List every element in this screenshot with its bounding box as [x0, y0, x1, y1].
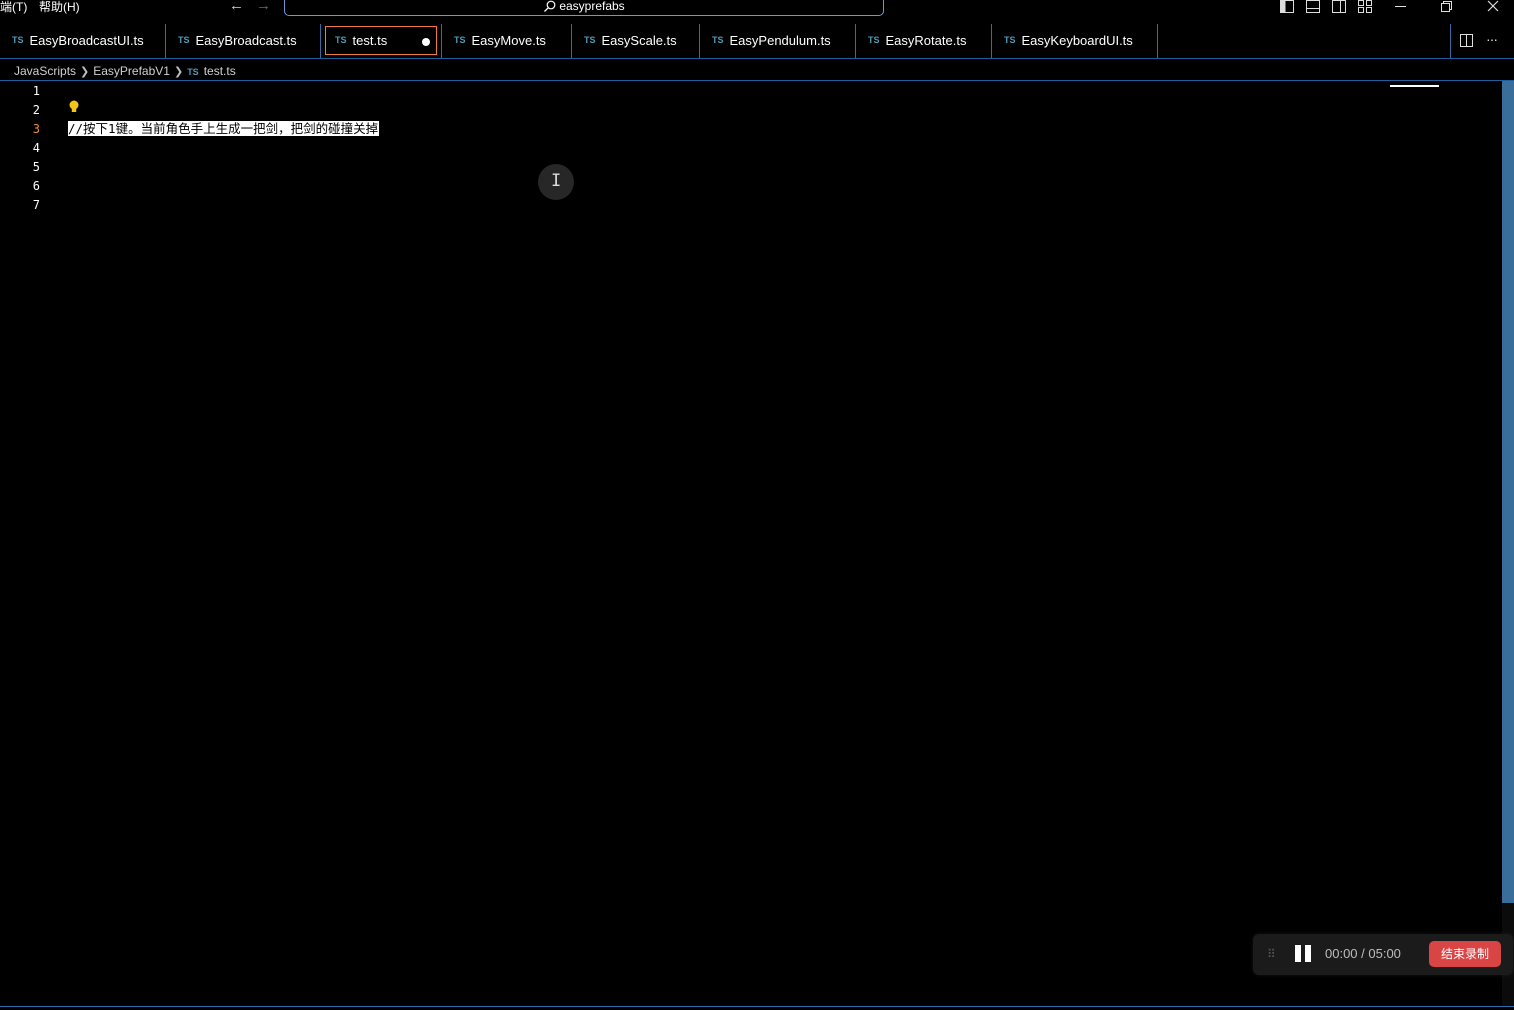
menu-help[interactable]: 帮助(H)	[39, 0, 80, 16]
menu-terminal[interactable]: 端(T)	[0, 0, 27, 16]
pause-icon[interactable]	[1295, 945, 1312, 962]
tab-label: EasyBroadcastUI.ts	[29, 33, 144, 48]
chevron-right-icon: ❯	[173, 66, 184, 78]
split-editor-icon[interactable]	[1460, 34, 1474, 48]
breadcrumb-item[interactable]: EasyPrefabV1	[93, 64, 170, 78]
title-bar: 端(T) 帮助(H) ← → easyprefabs	[0, 0, 1514, 22]
stop-recording-button[interactable]: 结束录制	[1429, 941, 1501, 967]
tab-label: EasyScale.ts	[601, 33, 677, 48]
line-number: 2	[32, 103, 40, 117]
tab-divider	[1450, 24, 1451, 58]
typescript-icon: TS	[12, 35, 24, 45]
restore-icon[interactable]	[1440, 0, 1454, 14]
text-cursor-icon: I	[551, 171, 562, 191]
tab-easyrotate[interactable]: TS EasyRotate.ts	[856, 24, 992, 58]
customize-layout-icon[interactable]	[1357, 0, 1373, 14]
typescript-icon: TS	[868, 35, 880, 45]
lightbulb-icon[interactable]	[68, 100, 80, 114]
tab-label: EasyBroadcast.ts	[195, 33, 297, 48]
line-number: 4	[32, 141, 40, 155]
chevron-right-icon: ❯	[80, 66, 90, 78]
tab-easypendulum[interactable]: TS EasyPendulum.ts	[700, 24, 856, 58]
typescript-icon: TS	[178, 35, 190, 45]
editor-tab-bar: TS EasyBroadcastUI.ts TS EasyBroadcast.ts …	[0, 24, 1514, 59]
screen-recorder-widget: ⠿ 00:00 / 05:00 结束录制	[1253, 934, 1513, 975]
toggle-panel-icon[interactable]	[1305, 0, 1321, 14]
tab-label: EasyMove.ts	[471, 33, 546, 48]
line-number: 5	[32, 160, 40, 174]
search-icon	[544, 0, 556, 13]
line-number: 7	[32, 198, 40, 212]
status-bar-edge	[0, 1006, 1514, 1007]
selected-comment-text[interactable]: //按下1键。当前角色手上生成一把剑，把剑的碰撞关掉	[68, 121, 380, 136]
search-text: easyprefabs	[559, 0, 625, 13]
minimap-slider[interactable]	[1390, 85, 1439, 87]
line-number: 1	[32, 84, 40, 98]
line-number-current: 3	[32, 122, 40, 136]
unsaved-dot-icon[interactable]	[422, 38, 430, 46]
typescript-icon: TS	[335, 35, 347, 45]
tab-easybroadcast[interactable]: TS EasyBroadcast.ts	[166, 24, 321, 58]
tab-label: EasyPendulum.ts	[729, 33, 831, 48]
typescript-icon: TS	[584, 35, 596, 45]
tab-easymove[interactable]: TS EasyMove.ts	[441, 24, 572, 58]
code-editor-line-3[interactable]: //按下1键。当前角色手上生成一把剑，把剑的碰撞关掉	[68, 119, 380, 138]
tab-label: EasyRotate.ts	[885, 33, 967, 48]
arrow-right-icon[interactable]: →	[256, 0, 271, 14]
breadcrumb-file[interactable]: test.ts	[204, 64, 236, 78]
toggle-secondary-sidebar-icon[interactable]	[1331, 0, 1347, 14]
scrollbar-thumb[interactable]	[1502, 81, 1514, 903]
more-actions-icon[interactable]: ···	[1486, 31, 1498, 47]
tab-label: test.ts	[352, 33, 388, 48]
breadcrumb: JavaScripts ❯ EasyPrefabV1 ❯ TS test.ts	[14, 63, 236, 79]
tab-easybroadcastui[interactable]: TS EasyBroadcastUI.ts	[0, 24, 166, 58]
close-icon[interactable]	[1486, 0, 1500, 14]
tab-easykeyboardui[interactable]: TS EasyKeyboardUI.ts	[992, 24, 1158, 58]
typescript-icon: TS	[1004, 35, 1016, 45]
typescript-icon: TS	[454, 35, 466, 45]
vertical-scrollbar[interactable]	[1502, 81, 1514, 1007]
recording-timer: 00:00 / 05:00	[1325, 946, 1401, 961]
tab-easyscale[interactable]: TS EasyScale.ts	[572, 24, 700, 58]
toggle-primary-sidebar-icon[interactable]	[1279, 0, 1295, 14]
breadcrumb-item[interactable]: JavaScripts	[14, 64, 76, 78]
command-center-search[interactable]: easyprefabs	[284, 0, 884, 16]
typescript-icon: TS	[712, 35, 724, 45]
breadcrumb-divider	[0, 80, 1514, 81]
drag-handle-icon[interactable]: ⠿	[1267, 947, 1276, 961]
arrow-left-icon[interactable]: ←	[229, 0, 244, 14]
line-number: 6	[32, 179, 40, 193]
minimize-icon[interactable]	[1394, 0, 1408, 14]
typescript-icon: TS	[187, 67, 199, 77]
tab-test[interactable]: TS test.ts	[325, 26, 437, 55]
tab-label: EasyKeyboardUI.ts	[1021, 33, 1133, 48]
